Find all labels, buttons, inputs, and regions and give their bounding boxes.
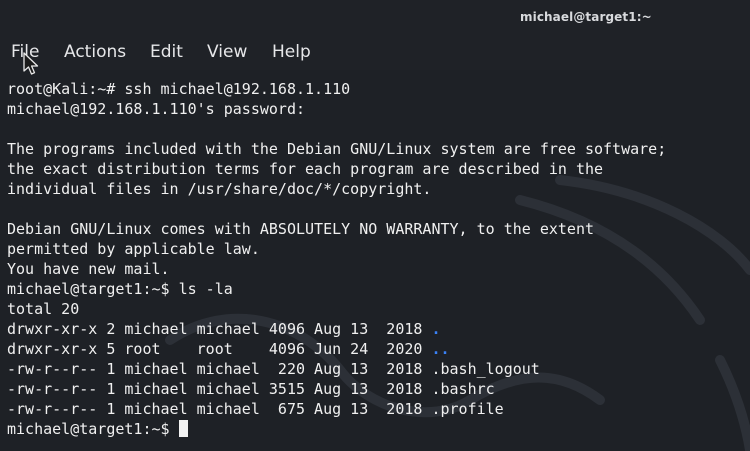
terminal-line: The programs included with the Debian GN… [7,140,667,158]
terminal-output[interactable]: root@Kali:~# ssh michael@192.168.1.110 m… [0,70,750,451]
menu-view[interactable]: View [207,42,247,62]
terminal-line: individual files in /usr/share/doc/*/cop… [7,180,432,198]
terminal-line: the exact distribution terms for each pr… [7,160,604,178]
terminal-line: michael@target1:~$ ls -la [7,280,233,298]
text-cursor-icon [178,420,188,437]
listing-row: -rw-r--r-- 1 michael michael 220 Aug 13 … [7,359,666,379]
terminal-line: total 20 [7,300,80,318]
listing-file-name: .bashrc [431,380,495,398]
listing-dir-name: . [431,320,441,338]
listing-dir-name: .. [431,340,450,358]
listing-meta: -rw-r--r-- 1 michael michael 675 Aug 13 … [7,400,432,418]
listing-meta: -rw-r--r-- 1 michael michael 220 Aug 13 … [7,360,432,378]
menu-edit[interactable]: Edit [150,42,183,62]
terminal-line: michael@192.168.1.110's password: [7,100,306,118]
terminal-lines: root@Kali:~# ssh michael@192.168.1.110 m… [7,79,666,439]
menu-bar: File Actions Edit View Help [0,34,750,70]
title-bar[interactable]: michael@target1:~ [0,0,750,34]
listing-row: drwxr-xr-x 5 root root 4096 Jun 24 2020 … [7,339,666,359]
menu-actions[interactable]: Actions [64,42,126,62]
listing-meta: -rw-r--r-- 1 michael michael 3515 Aug 13… [7,380,432,398]
menu-help[interactable]: Help [272,42,311,62]
terminal-line: root@Kali:~# ssh michael@192.168.1.110 [7,80,351,98]
terminal-window: michael@target1:~ File Actions Edit View… [0,0,750,451]
listing-meta: drwxr-xr-x 2 michael michael 4096 Aug 13… [7,320,432,338]
shell-prompt: michael@target1:~$ [7,420,179,438]
mouse-pointer-icon [23,52,39,75]
terminal-line: Debian GNU/Linux comes with ABSOLUTELY N… [7,220,594,238]
window-title: michael@target1:~ [520,10,652,24]
listing-row: -rw-r--r-- 1 michael michael 675 Aug 13 … [7,399,666,419]
listing-meta: drwxr-xr-x 5 root root 4096 Jun 24 2020 [7,340,432,358]
terminal-line: permitted by applicable law. [7,240,260,258]
listing-row: -rw-r--r-- 1 michael michael 3515 Aug 13… [7,379,666,399]
terminal-line: You have new mail. [7,260,170,278]
listing-file-name: .profile [431,400,504,418]
listing-file-name: .bash_logout [431,360,540,378]
prompt-line[interactable]: michael@target1:~$ [7,419,666,439]
listing-row: drwxr-xr-x 2 michael michael 4096 Aug 13… [7,319,666,339]
